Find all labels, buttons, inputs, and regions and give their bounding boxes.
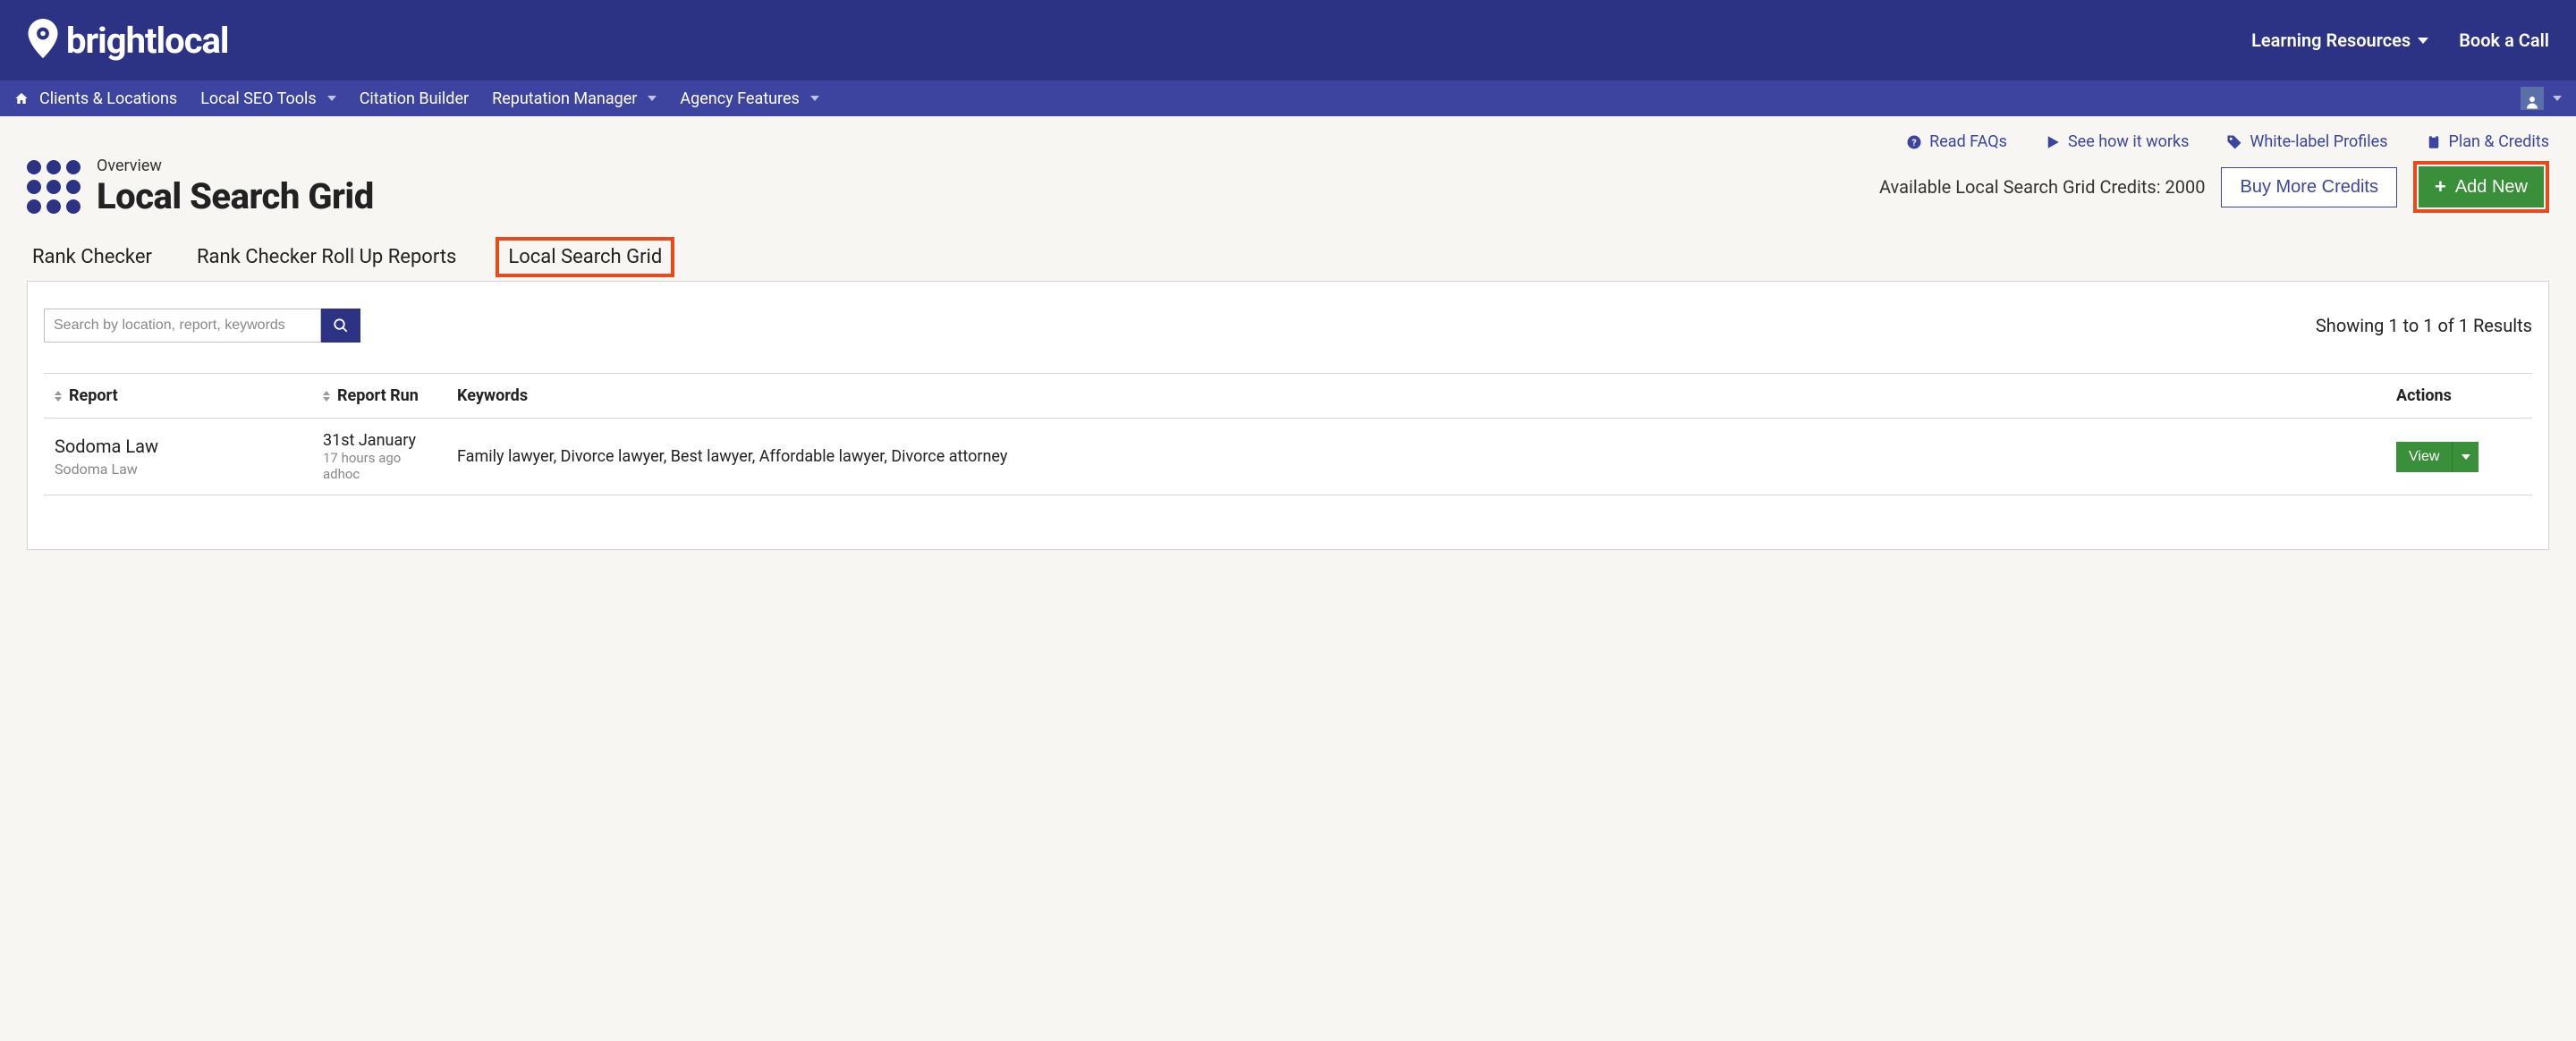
col-keywords: Keywords [457, 386, 2396, 405]
reports-table: Report Report Run Keywords Actions Sodom… [44, 373, 2532, 495]
add-new-button[interactable]: + Add New [2419, 166, 2544, 207]
plan-label: Plan & Credits [2449, 132, 2550, 151]
grid-dots-icon [27, 160, 80, 214]
run-ago: 17 hours ago [323, 450, 457, 466]
clipboard-icon [2426, 134, 2442, 150]
add-new-highlight: + Add New [2413, 161, 2549, 213]
navbar: Clients & Locations Local SEO Tools Cita… [0, 80, 2576, 116]
play-icon [2045, 134, 2061, 150]
plan-credits-link[interactable]: Plan & Credits [2426, 132, 2550, 151]
row-keywords: Family lawyer, Divorce lawyer, Best lawy… [457, 447, 2396, 466]
chevron-down-icon [327, 96, 336, 101]
tab-local-search-grid[interactable]: Local Search Grid [496, 237, 674, 277]
plus-icon: + [2435, 175, 2446, 199]
learning-resources-link[interactable]: Learning Resources [2251, 30, 2428, 51]
user-menu[interactable] [2521, 87, 2562, 110]
chevron-down-icon [2553, 96, 2562, 101]
results-count: Showing 1 to 1 of 1 Results [2316, 315, 2532, 336]
breadcrumb-overview: Overview [97, 157, 374, 175]
col-actions: Actions [2396, 386, 2521, 405]
brand-text: brightlocal [66, 20, 229, 62]
view-button[interactable]: View [2396, 442, 2452, 472]
nav-local-seo-tools[interactable]: Local SEO Tools [200, 89, 336, 108]
nav-clients-locations[interactable]: Clients & Locations [14, 89, 177, 108]
topbar-links: Learning Resources Book a Call [2251, 30, 2549, 51]
search-button[interactable] [321, 309, 360, 343]
search-icon [333, 317, 349, 334]
nav-reputation-manager[interactable]: Reputation Manager [492, 89, 657, 108]
chevron-down-icon [2418, 38, 2428, 44]
report-name: Sodoma Law [55, 436, 323, 457]
search-group [44, 309, 360, 343]
col-run-label: Report Run [337, 386, 419, 405]
nav-agency-features[interactable]: Agency Features [680, 89, 818, 108]
report-sub: Sodoma Law [55, 461, 323, 478]
tag-icon [2226, 134, 2242, 150]
available-credits: Available Local Search Grid Credits: 200… [1879, 176, 2205, 198]
context-bar: ? Read FAQs See how it works White-label… [0, 116, 2576, 151]
how-label: See how it works [2068, 132, 2189, 151]
nav-left: Clients & Locations Local SEO Tools Cita… [14, 89, 819, 108]
book-a-call-link[interactable]: Book a Call [2459, 30, 2549, 51]
question-circle-icon: ? [1906, 134, 1922, 150]
buy-more-credits-button[interactable]: Buy More Credits [2221, 167, 2397, 207]
book-a-call-label: Book a Call [2459, 30, 2549, 51]
avatar-icon [2521, 87, 2544, 110]
chevron-down-icon [810, 96, 819, 101]
page-title: Local Search Grid [97, 175, 374, 217]
chevron-down-icon [648, 96, 657, 101]
faqs-label: Read FAQs [1929, 132, 2007, 151]
reports-panel: Showing 1 to 1 of 1 Results Report Repor… [27, 281, 2549, 550]
nav-citation-label: Citation Builder [360, 89, 469, 108]
see-how-it-works-link[interactable]: See how it works [2045, 132, 2189, 151]
brand-logo[interactable]: brightlocal [27, 19, 229, 62]
topbar: brightlocal Learning Resources Book a Ca… [0, 0, 2576, 80]
brightlocal-pin-icon [27, 19, 59, 62]
sort-icon [55, 391, 62, 402]
nav-citation-builder[interactable]: Citation Builder [360, 89, 469, 108]
chevron-down-icon [2462, 454, 2470, 460]
nav-reputation-label: Reputation Manager [492, 89, 637, 108]
view-dropdown-button[interactable] [2452, 442, 2479, 472]
sort-icon [323, 391, 330, 402]
nav-clients-label: Clients & Locations [39, 89, 177, 108]
tab-rollup-reports[interactable]: Rank Checker Roll Up Reports [191, 237, 462, 277]
whitelabel-label: White-label Profiles [2250, 132, 2387, 151]
search-input[interactable] [44, 309, 321, 343]
run-date: 31st January [323, 431, 457, 450]
home-icon [14, 91, 29, 106]
col-report[interactable]: Report [55, 386, 323, 405]
read-faqs-link[interactable]: ? Read FAQs [1906, 132, 2007, 151]
table-row: Sodoma Law Sodoma Law 31st January 17 ho… [44, 419, 2532, 495]
add-new-label: Add New [2455, 177, 2528, 198]
col-report-label: Report [69, 386, 118, 405]
whitelabel-profiles-link[interactable]: White-label Profiles [2226, 132, 2387, 151]
tab-rank-checker[interactable]: Rank Checker [27, 237, 157, 277]
table-header: Report Report Run Keywords Actions [44, 373, 2532, 419]
report-tabs: Rank Checker Rank Checker Roll Up Report… [0, 237, 2576, 277]
nav-seo-label: Local SEO Tools [200, 89, 317, 108]
col-report-run[interactable]: Report Run [323, 386, 457, 405]
svg-text:?: ? [1912, 136, 1917, 148]
learning-resources-label: Learning Resources [2251, 30, 2411, 51]
run-type: adhoc [323, 466, 457, 482]
nav-agency-label: Agency Features [680, 89, 799, 108]
page-header: Overview Local Search Grid Available Loc… [0, 151, 2576, 237]
